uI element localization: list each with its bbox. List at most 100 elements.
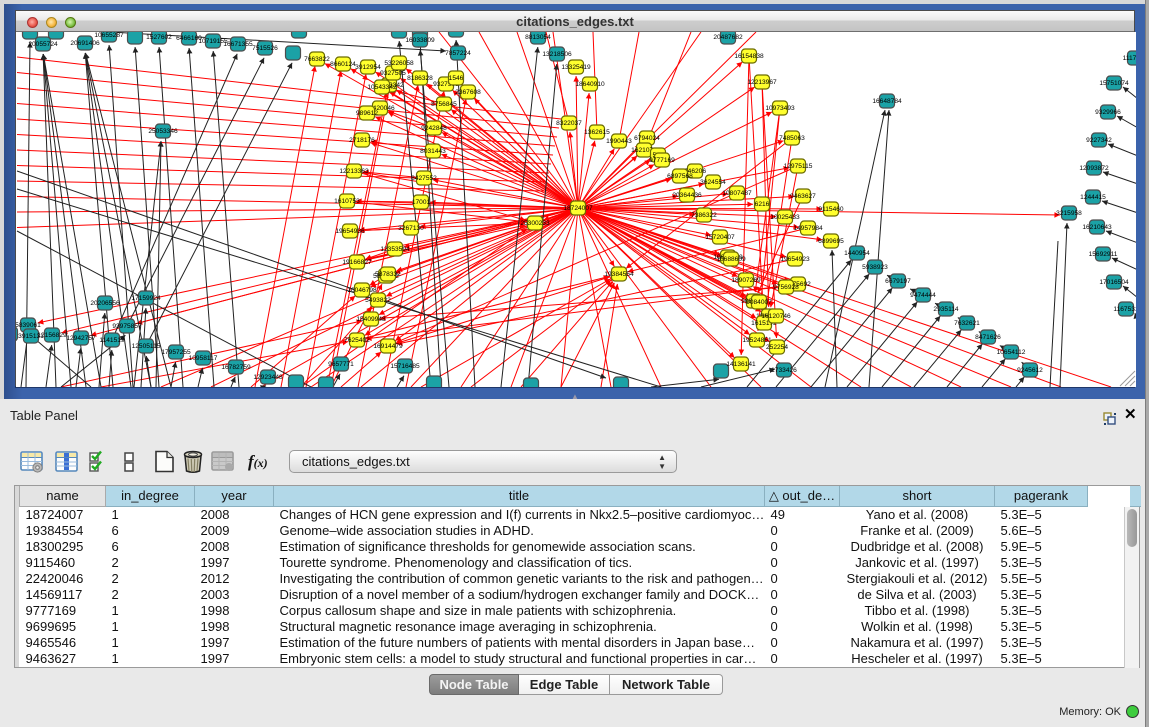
svg-text:8471626: 8471626 [975,334,1001,341]
svg-text:19166827: 19166827 [342,259,372,266]
svg-text:10807487: 10807487 [722,190,752,197]
svg-text:25300233: 25300233 [520,220,550,227]
svg-text:7632621: 7632621 [954,320,980,327]
svg-text:7663822: 7663822 [304,56,330,63]
svg-text:12942757: 12942757 [66,335,96,342]
svg-text:12923448: 12923448 [253,374,283,381]
svg-text:19524851: 19524851 [742,337,772,344]
svg-text:1527602: 1527602 [146,34,172,41]
svg-text:10688609: 10688609 [716,256,746,263]
svg-text:14136141: 14136141 [726,361,756,368]
svg-text:15409948: 15409948 [356,316,386,323]
svg-text:18724007: 18724007 [563,205,593,212]
svg-text:12353594: 12353594 [380,246,410,253]
svg-text:16154838: 16154838 [734,53,764,60]
svg-text:5938923: 5938923 [862,264,888,271]
svg-text:1117392: 1117392 [1123,55,1136,62]
svg-text:8813054: 8813054 [525,34,551,41]
svg-text:9327505: 9327505 [380,70,406,77]
svg-text:3912954: 3912954 [355,64,381,71]
svg-text:20055724: 20055724 [28,41,58,48]
svg-text:16033809: 16033809 [405,37,435,44]
svg-text:15720407: 15720407 [705,234,735,241]
svg-text:12505115: 12505115 [132,343,161,350]
svg-text:9115460: 9115460 [818,206,844,213]
svg-text:19654936: 19654936 [335,228,365,235]
svg-text:16120746: 16120746 [761,313,791,320]
svg-text:17016504: 17016504 [1099,279,1129,286]
svg-text:18907269: 18907269 [731,277,761,284]
svg-text:1990443: 1990443 [606,138,632,145]
svg-text:8660124: 8660124 [330,61,356,68]
svg-text:3215958: 3215958 [1056,210,1082,217]
svg-text:1733426: 1733426 [771,367,797,374]
svg-text:20487682: 20487682 [713,34,743,41]
svg-text:9474444: 9474444 [910,292,936,299]
svg-text:10654112: 10654112 [997,349,1026,356]
svg-text:2367608: 2367608 [455,89,481,96]
svg-text:1440954: 1440954 [844,250,870,257]
svg-text:10958117: 10958117 [189,355,218,362]
svg-text:7857224: 7857224 [445,50,471,57]
svg-text:12156829: 12156829 [37,332,67,339]
svg-text:8756845: 8756845 [431,101,457,108]
svg-text:9329966: 9329966 [1095,109,1121,116]
svg-text:6897568: 6897568 [667,173,693,180]
svg-text:1610753: 1610753 [334,198,360,205]
svg-text:9084007: 9084007 [746,299,772,306]
svg-text:20206556: 20206556 [90,300,120,307]
svg-text:6899695: 6899695 [818,238,844,245]
svg-text:13325419: 13325419 [561,64,591,71]
svg-text:19654923: 19654923 [780,256,810,263]
svg-text:53226058: 53226058 [384,60,414,67]
svg-text:93975857: 93975857 [112,323,142,330]
svg-text:1546: 1546 [449,75,464,82]
svg-text:5493822: 5493822 [365,297,391,304]
svg-text:8031443: 8031443 [420,148,446,155]
svg-text:10973493: 10973493 [765,105,795,112]
svg-text:9227342: 9227342 [1086,137,1112,144]
svg-text:9657771: 9657771 [328,361,354,368]
svg-text:1141519: 1141519 [99,337,125,344]
svg-text:12975115: 12975115 [784,163,813,170]
svg-text:19384554: 19384554 [604,271,634,278]
svg-text:1362615: 1362615 [584,129,610,136]
svg-text:3267130: 3267130 [398,225,424,232]
svg-text:16914479: 16914479 [373,343,403,350]
svg-text:3624554: 3624554 [700,179,726,186]
svg-text:989612: 989612 [356,110,378,117]
svg-text:15751074: 15751074 [1099,80,1129,87]
svg-text:14957984: 14957984 [793,225,823,232]
svg-text:5839061: 5839061 [16,322,41,329]
svg-text:15716485: 15716485 [390,363,420,370]
svg-text:12213363: 12213363 [339,168,369,175]
svg-text:1167531: 1167531 [1113,306,1136,313]
svg-text:8322037: 8322037 [556,120,582,127]
svg-text:16782759: 16782759 [221,364,251,371]
svg-text:7625402: 7625402 [344,337,370,344]
svg-text:15692911: 15692911 [1089,251,1118,258]
svg-text:8427552: 8427552 [411,175,437,182]
svg-text:20364436: 20364436 [672,192,702,199]
svg-text:12213967: 12213967 [747,79,777,86]
svg-text:25053346: 25053346 [148,128,178,135]
svg-text:9242848: 9242848 [421,125,447,132]
svg-text:9777169: 9777169 [649,157,675,164]
svg-text:7485063: 7485063 [779,135,805,142]
svg-text:17159924: 17159924 [131,295,161,302]
svg-text:13218506: 13218506 [542,51,572,58]
svg-text:7515526: 7515526 [252,45,278,52]
svg-text:20691406: 20691406 [70,40,100,47]
svg-text:9756928: 9756928 [773,284,799,291]
svg-text:6679197: 6679197 [885,278,911,285]
svg-text:2718176: 2718176 [349,137,375,144]
svg-text:6216: 6216 [755,201,770,208]
svg-text:9463627: 9463627 [790,193,816,200]
svg-text:16648784: 16648784 [872,98,902,105]
svg-text:10025433: 10025433 [770,214,800,221]
svg-text:7386322: 7386322 [691,212,717,219]
svg-text:10655287: 10655287 [94,32,124,39]
svg-text:252254: 252254 [766,344,788,351]
svg-text:1244415: 1244415 [1080,194,1106,201]
svg-text:16210643: 16210643 [1082,224,1112,231]
